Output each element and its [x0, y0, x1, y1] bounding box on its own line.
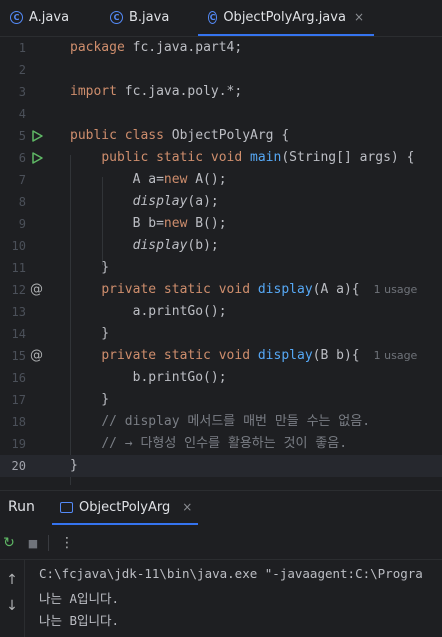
line-number: 15 — [11, 349, 26, 363]
close-tab-icon[interactable]: × — [354, 10, 364, 24]
code-line[interactable]: 5 public class ObjectPolyArg { — [0, 125, 442, 147]
usage-hint[interactable]: 1 usage — [374, 283, 418, 296]
code-text: B b=new B(); — [70, 216, 227, 231]
line-number: 7 — [18, 173, 26, 187]
code-text: a.printGo(); — [70, 304, 227, 319]
code-text: private static void display(B b){1 usage — [101, 348, 418, 363]
code-line[interactable]: 2 — [0, 59, 442, 81]
code-editor[interactable]: 1 package fc.java.part4; 2 3 import fc.java.… — [0, 37, 442, 485]
code-line[interactable]: 9 B b=new B(); — [0, 213, 442, 235]
code-text: } — [70, 458, 78, 473]
line-number: 1 — [18, 41, 26, 55]
run-panel-header: Run ObjectPolyArg × — [0, 490, 442, 525]
line-number: 10 — [11, 239, 26, 253]
line-number: 8 — [18, 195, 26, 209]
usage-hint[interactable]: 1 usage — [374, 349, 418, 362]
more-icon[interactable]: ⋮ — [58, 534, 76, 552]
console-icon — [60, 501, 73, 513]
code-line[interactable]: 6 public static void main(String[] args)… — [0, 147, 442, 169]
line-number: 3 — [18, 85, 26, 99]
code-text: } — [70, 326, 110, 341]
code-line[interactable]: 3 import fc.java.poly.*; — [0, 81, 442, 103]
code-line[interactable]: 15 @ private static void display(B b){1 u… — [0, 345, 442, 367]
line-number: 11 — [11, 261, 26, 275]
code-text: } — [70, 392, 110, 407]
code-text: import fc.java.poly.*; — [70, 84, 243, 99]
tab-objectpolyarg-java[interactable]: C ObjectPolyArg.java × — [198, 0, 374, 36]
run-gutter-icon[interactable] — [30, 147, 46, 169]
line-number: 19 — [11, 437, 26, 451]
code-text: package fc.java.part4; — [70, 40, 243, 55]
code-text: b.printGo(); — [70, 370, 227, 385]
console-line: 나는 A입니다. — [39, 591, 120, 606]
rerun-icon[interactable]: ↻ — [0, 534, 18, 552]
line-number: 6 — [18, 151, 26, 165]
line-number: 14 — [11, 327, 26, 341]
tab-a-java[interactable]: C A.java — [10, 0, 69, 34]
line-number: 9 — [18, 217, 26, 231]
code-text: A a=new A(); — [70, 172, 227, 187]
annotation-gutter-icon[interactable]: @ — [30, 345, 46, 367]
line-number: 2 — [18, 63, 26, 77]
line-number: 16 — [11, 371, 26, 385]
code-line[interactable]: 4 — [0, 103, 442, 125]
line-number: 5 — [18, 129, 26, 143]
scroll-up-icon[interactable]: ↑ — [4, 572, 20, 588]
code-text: private static void display(A a){1 usage — [101, 282, 418, 297]
code-line[interactable]: 11 } — [0, 257, 442, 279]
run-config-tab[interactable]: ObjectPolyArg × — [52, 491, 198, 525]
scroll-down-icon[interactable]: ↓ — [4, 598, 20, 614]
code-line[interactable]: 13 a.printGo(); — [0, 301, 442, 323]
code-text: } — [70, 260, 110, 275]
code-line[interactable]: 16 b.printGo(); — [0, 367, 442, 389]
run-gutter-icon[interactable] — [30, 125, 46, 147]
line-number: 18 — [11, 415, 26, 429]
java-class-icon: C — [110, 10, 123, 24]
code-line[interactable]: 20} — [0, 455, 442, 477]
run-panel-title: Run — [8, 499, 35, 515]
java-class-icon: C — [208, 10, 218, 24]
annotation-gutter-icon[interactable]: @ — [30, 279, 46, 301]
tab-label: B.java — [129, 9, 170, 25]
code-line[interactable]: 17 } — [0, 389, 442, 411]
code-line[interactable]: 8 display(a); — [0, 191, 442, 213]
console-output[interactable]: ↑ ↓ C:\fcjava\jdk-11\bin\java.exe "-java… — [0, 560, 442, 637]
code-line[interactable]: 10 display(b); — [0, 235, 442, 257]
code-text: display(a); — [132, 194, 219, 209]
stop-icon[interactable]: ■ — [24, 534, 42, 552]
code-line[interactable]: 19 // → 다형성 인수를 활용하는 것이 좋음. — [0, 433, 442, 455]
tab-label: ObjectPolyArg.java — [223, 9, 346, 25]
code-text: // → 다형성 인수를 활용하는 것이 좋음. — [101, 436, 348, 451]
tab-b-java[interactable]: C B.java — [110, 0, 169, 34]
code-text: public static void main(String[] args) { — [101, 150, 415, 165]
line-number: 12 — [11, 283, 26, 297]
line-number: 17 — [11, 393, 26, 407]
code-line[interactable]: 1 package fc.java.part4; — [0, 37, 442, 59]
run-config-label: ObjectPolyArg — [79, 499, 171, 515]
editor-tab-bar: C A.java C B.java C ObjectPolyArg.java × — [0, 0, 442, 37]
code-text: display(b); — [132, 238, 219, 253]
run-toolbar: ↻ ■ ⋮ — [0, 527, 442, 560]
code-text: // display 메서드를 매번 만들 수는 없음. — [101, 414, 371, 429]
console-line: 나는 B입니다. — [39, 613, 120, 628]
tab-label: A.java — [29, 9, 70, 25]
close-run-tab-icon[interactable]: × — [182, 500, 192, 514]
line-number: 20 — [11, 459, 26, 473]
code-line[interactable]: 14 } — [0, 323, 442, 345]
java-class-icon: C — [10, 10, 23, 24]
code-line[interactable]: 7 A a=new A(); — [0, 169, 442, 191]
code-text: public class ObjectPolyArg { — [70, 128, 290, 143]
console-side-toolbar: ↑ ↓ — [0, 560, 25, 637]
code-line[interactable]: 12 @ private static void display(A a){1 u… — [0, 279, 442, 301]
toolbar-divider — [48, 535, 49, 551]
line-number: 13 — [11, 305, 26, 319]
line-number: 4 — [18, 107, 26, 121]
code-line[interactable]: 18 // display 메서드를 매번 만들 수는 없음. — [0, 411, 442, 433]
console-line: C:\fcjava\jdk-11\bin\java.exe "-javaagen… — [39, 566, 423, 581]
